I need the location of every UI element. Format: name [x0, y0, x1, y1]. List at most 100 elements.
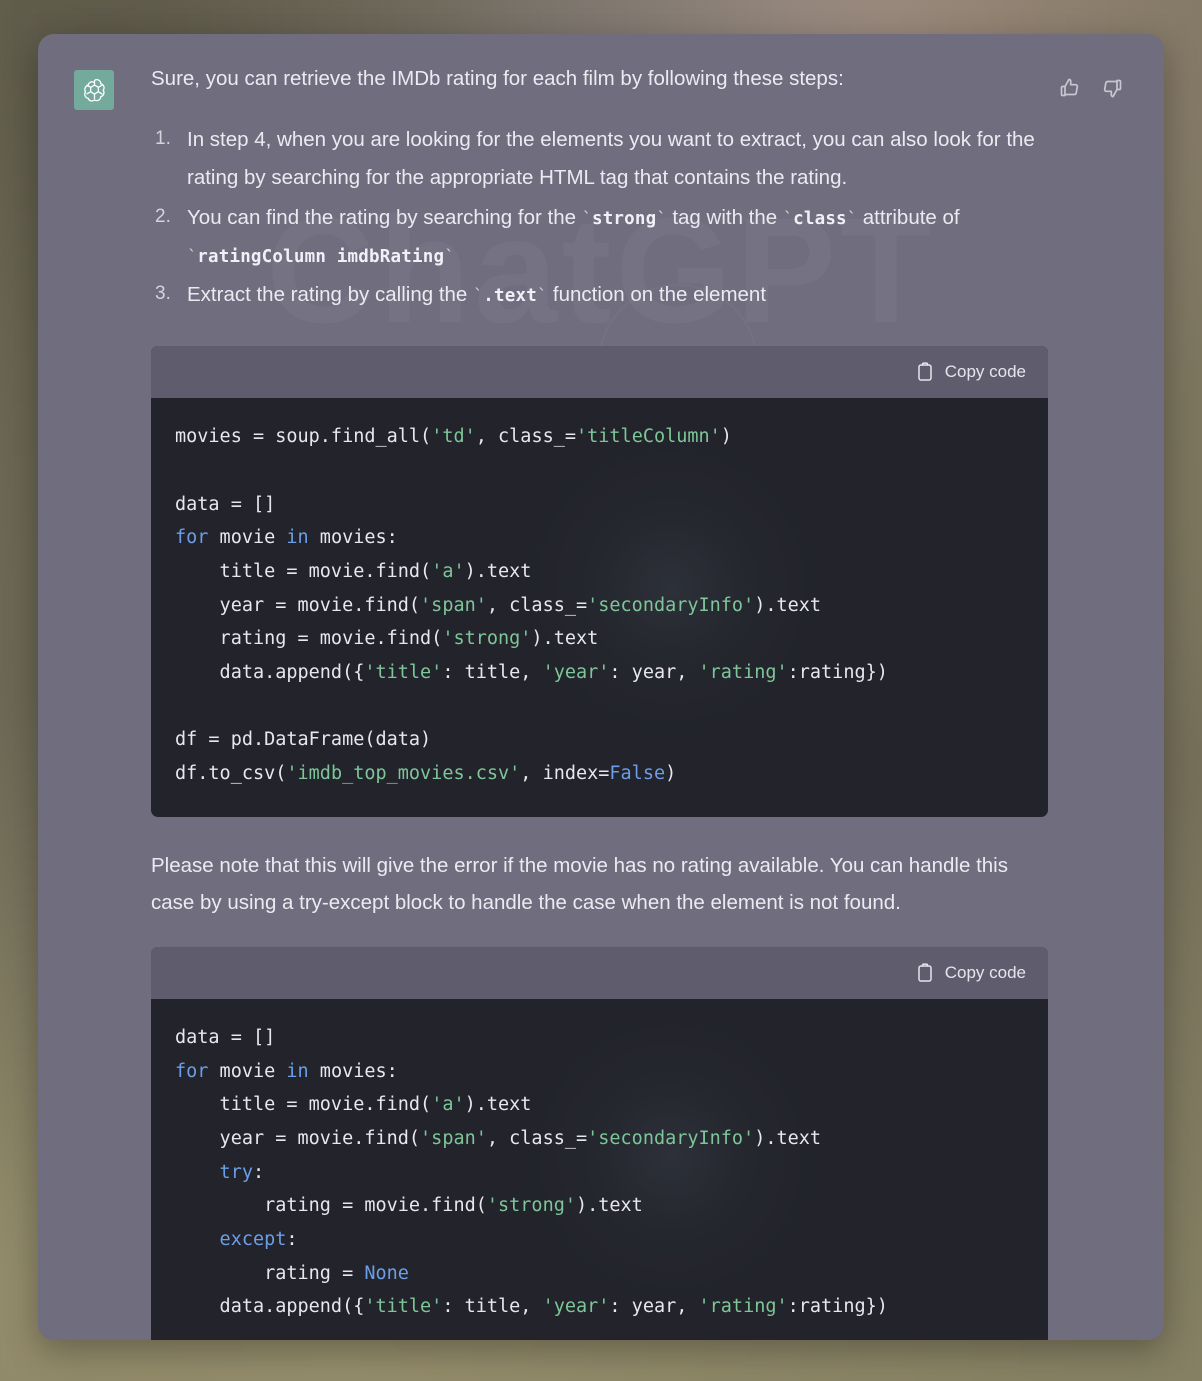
step-text: Extract the rating by calling the: [187, 283, 474, 307]
code-line: data = []: [175, 488, 1024, 522]
code-token: ).text: [754, 1128, 822, 1150]
code-token: 'imdb_top_movies.csv': [286, 762, 521, 784]
step-item: Extract the rating by calling the `.text…: [151, 276, 1048, 314]
code-token: :rating}): [787, 1296, 888, 1318]
code-token: year = movie.find(: [175, 594, 421, 616]
code-line: rating = movie.find('strong').text: [175, 1189, 1024, 1223]
code-line: year = movie.find('span', class_='second…: [175, 1122, 1024, 1156]
code-token: title = movie.find(: [175, 560, 432, 582]
openai-logo-icon: [81, 77, 108, 104]
code-tick: `: [444, 246, 455, 267]
copy-code-button-2[interactable]: Copy code: [916, 963, 1026, 983]
code-block-2: Copy code data = [] for movie in movies: …: [151, 947, 1048, 1340]
code-token: :: [286, 1229, 298, 1251]
code-token: ).text: [754, 594, 822, 616]
code-token: 'td': [431, 426, 476, 448]
code-token: data = []: [175, 493, 276, 515]
code-block-2-header: Copy code: [151, 947, 1048, 1000]
code-token: , index=: [520, 762, 610, 784]
code-token: 'strong': [442, 628, 532, 650]
inline-code: strong: [591, 208, 657, 229]
code-line: movies = soup.find_all('td', class_='tit…: [175, 420, 1024, 454]
code-token: False: [609, 762, 666, 784]
assistant-message-card: ChatGPT Sure, you can retrieve the IMDb …: [38, 34, 1164, 1340]
thumbs-down-icon[interactable]: [1100, 76, 1124, 100]
code-token: movies:: [308, 1060, 398, 1082]
code-line: data = []: [175, 1021, 1024, 1055]
code-token: in: [286, 1060, 309, 1082]
copy-code-label-1: Copy code: [944, 362, 1026, 382]
code-line: year = movie.find('span', class_='second…: [175, 589, 1024, 623]
code-token: title = movie.find(: [175, 1094, 432, 1116]
code-token: : title,: [442, 661, 543, 683]
code-line: rating = None: [175, 1257, 1024, 1291]
code-block-2-content: data = [] for movie in movies: title = mo…: [151, 999, 1048, 1340]
step-text: tag with the: [666, 205, 783, 229]
message-content: Sure, you can retrieve the IMDb rating f…: [114, 64, 1058, 1340]
code-tick: `: [536, 286, 548, 307]
code-tick: `: [846, 208, 858, 229]
note-paragraph: Please note that this will give the erro…: [151, 853, 1008, 914]
code-token: ).text: [575, 1195, 643, 1217]
step-item: In step 4, when you are looking for the …: [151, 121, 1048, 197]
code-token: 'span': [420, 1128, 487, 1150]
message-row: Sure, you can retrieve the IMDb rating f…: [74, 64, 1128, 1340]
code-token: :: [252, 1161, 265, 1183]
code-line: try:: [175, 1156, 1024, 1190]
code-token: ): [720, 426, 732, 448]
code-token: movies:: [308, 527, 398, 549]
code-tick: `: [581, 208, 592, 229]
code-token: , class_=: [486, 1128, 588, 1150]
code-line: data.append({'title': title, 'year': yea…: [175, 656, 1024, 690]
code-token: :rating}): [787, 661, 888, 683]
step-text: attribute of: [857, 205, 960, 229]
code-token: , class_=: [486, 594, 588, 616]
code-line: rating = movie.find('strong').text: [175, 622, 1024, 656]
feedback-controls: [1058, 64, 1128, 100]
copy-code-label-2: Copy code: [944, 963, 1026, 983]
step-text: function on the element: [547, 283, 767, 307]
code-line: data.append({'title': title, 'year': yea…: [175, 1290, 1024, 1324]
code-token: : year,: [609, 1296, 699, 1318]
thumbs-up-icon[interactable]: [1058, 76, 1082, 100]
code-token: for: [175, 1060, 209, 1082]
code-block-1: Copy code movies = soup.find_all('td', c…: [151, 346, 1048, 817]
code-line: df = pd.DataFrame(data): [175, 723, 1024, 757]
code-tick: `: [473, 286, 484, 307]
code-token: data = []: [175, 1027, 276, 1049]
code-token: movies = soup.find_all(: [175, 426, 432, 448]
code-token: 'span': [420, 594, 487, 616]
clipboard-icon: [916, 963, 934, 983]
code-tick: `: [187, 246, 198, 267]
code-token: 'year': [542, 1296, 610, 1318]
steps-list: In step 4, when you are looking for the …: [151, 121, 1048, 315]
code-token: 'title': [364, 1296, 443, 1318]
code-token: 'rating': [698, 661, 788, 683]
code-token: rating = movie.find(: [175, 1195, 487, 1217]
code-line: except:: [175, 1223, 1024, 1257]
code-token: None: [364, 1262, 409, 1284]
lead-paragraph: Sure, you can retrieve the IMDb rating f…: [151, 67, 844, 90]
code-token: movie: [208, 527, 287, 549]
code-token: ).text: [464, 560, 532, 582]
code-token: movie: [208, 1060, 287, 1082]
code-token: 'title': [364, 661, 443, 683]
code-token: except: [175, 1229, 287, 1251]
clipboard-icon: [916, 362, 934, 382]
code-token: ): [665, 762, 677, 784]
inline-code: .text: [483, 286, 537, 307]
copy-code-button-1[interactable]: Copy code: [916, 362, 1026, 382]
code-token: try: [175, 1161, 253, 1183]
step-text: In step 4, when you are looking for the …: [187, 127, 1035, 189]
code-tick: `: [782, 208, 794, 229]
code-token: data.append({: [175, 661, 365, 683]
code-line: for movie in movies:: [175, 1055, 1024, 1089]
code-token: year = movie.find(: [175, 1128, 421, 1150]
inline-code: ratingColumn imdbRating: [197, 246, 445, 267]
code-token: for: [175, 527, 209, 549]
code-token: data.append({: [175, 1296, 365, 1318]
step-text: You can find the rating by searching for…: [187, 205, 582, 229]
code-token: 'a': [431, 1094, 465, 1116]
